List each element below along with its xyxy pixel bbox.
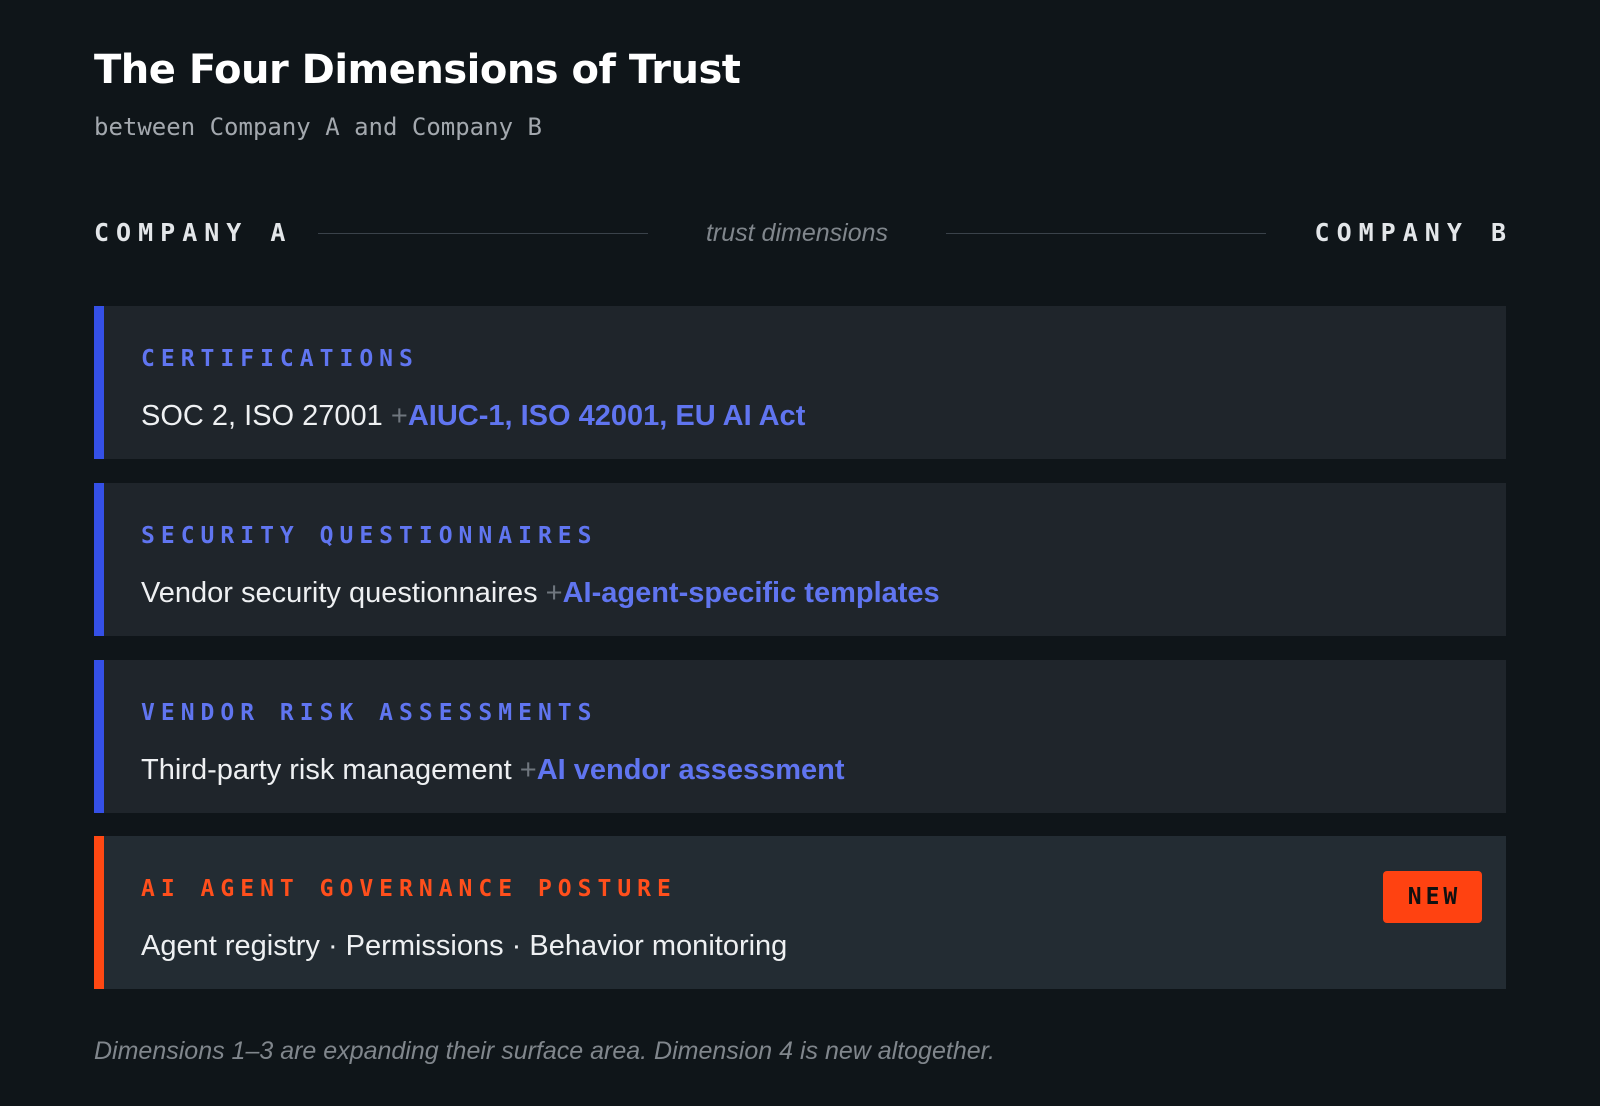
page-title: The Four Dimensions of Trust <box>94 47 741 93</box>
dimension-card-security-questionnaires: SECURITY QUESTIONNAIRES Vendor security … <box>94 483 1506 636</box>
footnote: Dimensions 1–3 are expanding their surfa… <box>94 1037 995 1065</box>
company-a-label: COMPANY A <box>94 218 293 247</box>
dimension-description: Vendor security questionnaires +AI-agent… <box>141 575 940 611</box>
plus-sign: + <box>390 400 408 432</box>
plus-sign: + <box>545 577 563 609</box>
dimension-card-certifications: CERTIFICATIONS SOC 2, ISO 27001 +AIUC-1,… <box>94 306 1506 459</box>
dimension-base-text: Third-party risk management <box>141 754 512 786</box>
trust-dimensions-diagram: The Four Dimensions of Trust between Com… <box>94 0 1506 1106</box>
new-badge: NEW <box>1383 871 1482 923</box>
dimension-ai-extension: AIUC-1, ISO 42001, EU AI Act <box>407 400 806 432</box>
dimension-description: Agent registry · Permissions · Behavior … <box>141 930 788 962</box>
connector-line-left <box>318 233 648 234</box>
dimension-card-ai-agent-governance: AI AGENT GOVERNANCE POSTURE Agent regist… <box>94 836 1506 989</box>
party-connector: COMPANY A trust dimensions COMPANY B <box>94 213 1506 253</box>
dimension-label: VENDOR RISK ASSESSMENTS <box>141 700 598 726</box>
dimension-label: CERTIFICATIONS <box>141 346 419 372</box>
dimension-base-text: SOC 2, ISO 27001 <box>141 400 383 432</box>
dimension-label: AI AGENT GOVERNANCE POSTURE <box>141 876 677 902</box>
plus-sign: + <box>519 754 537 786</box>
dimension-ai-extension: AI-agent-specific templates <box>562 577 940 609</box>
company-b-label: COMPANY B <box>1314 218 1513 247</box>
dimension-description: Third-party risk management +AI vendor a… <box>141 752 845 788</box>
dimension-label: SECURITY QUESTIONNAIRES <box>141 523 598 549</box>
dimension-base-text: Vendor security questionnaires <box>141 577 538 609</box>
connector-line-right <box>946 233 1266 234</box>
dimension-description: SOC 2, ISO 27001 +AIUC-1, ISO 42001, EU … <box>141 398 805 434</box>
dimension-card-vendor-risk-assessments: VENDOR RISK ASSESSMENTS Third-party risk… <box>94 660 1506 813</box>
connector-label: trust dimensions <box>705 219 889 247</box>
page-subtitle: between Company A and Company B <box>94 113 542 141</box>
dimension-ai-extension: AI vendor assessment <box>536 754 845 786</box>
